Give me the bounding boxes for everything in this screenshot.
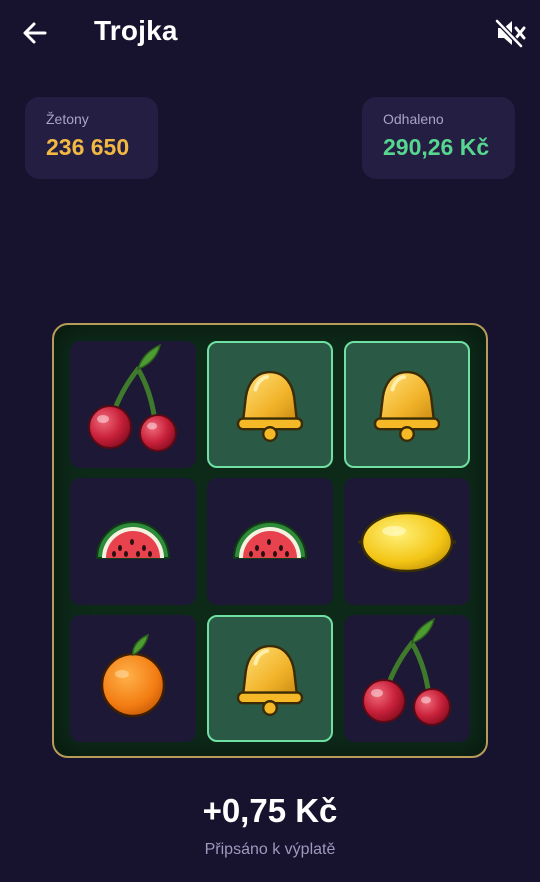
- win-caption: Připsáno k výplatě: [204, 841, 336, 858]
- board-cell-cherry[interactable]: [344, 615, 470, 742]
- mute-button[interactable]: [494, 18, 526, 48]
- scratch-board: [52, 323, 488, 758]
- board-cell-watermelon[interactable]: [207, 478, 333, 605]
- top-bar: Trojka: [0, 0, 540, 66]
- win-amount: +0,75 Kč: [202, 792, 338, 829]
- revealed-card: Odhaleno 290,26 Kč: [362, 97, 515, 179]
- lemon-icon: [344, 478, 470, 605]
- board-cell-orange[interactable]: [70, 615, 196, 742]
- cherry-icon: [344, 615, 470, 742]
- volume-off-icon: [495, 19, 526, 48]
- tokens-value: 236 650: [46, 134, 130, 160]
- orange-icon: [70, 615, 196, 742]
- board-cell-bell[interactable]: [344, 341, 470, 468]
- cherry-icon: [70, 341, 196, 468]
- tokens-card: Žetony 236 650: [25, 97, 158, 179]
- board-cell-bell[interactable]: [207, 615, 333, 742]
- arrow-left-icon: [23, 22, 47, 44]
- board-cell-watermelon[interactable]: [70, 478, 196, 605]
- board-cell-lemon[interactable]: [344, 478, 470, 605]
- bell-icon: [209, 617, 331, 740]
- board-cell-bell[interactable]: [207, 341, 333, 468]
- tokens-label: Žetony: [46, 111, 89, 127]
- board-cell-cherry[interactable]: [70, 341, 196, 468]
- revealed-label: Odhaleno: [383, 111, 444, 127]
- bell-icon: [346, 343, 468, 466]
- back-button[interactable]: [20, 18, 50, 48]
- revealed-value: 290,26 Kč: [383, 134, 490, 160]
- bell-icon: [209, 343, 331, 466]
- watermelon-icon: [70, 478, 196, 605]
- page-title: Trojka: [94, 15, 178, 46]
- watermelon-icon: [207, 478, 333, 605]
